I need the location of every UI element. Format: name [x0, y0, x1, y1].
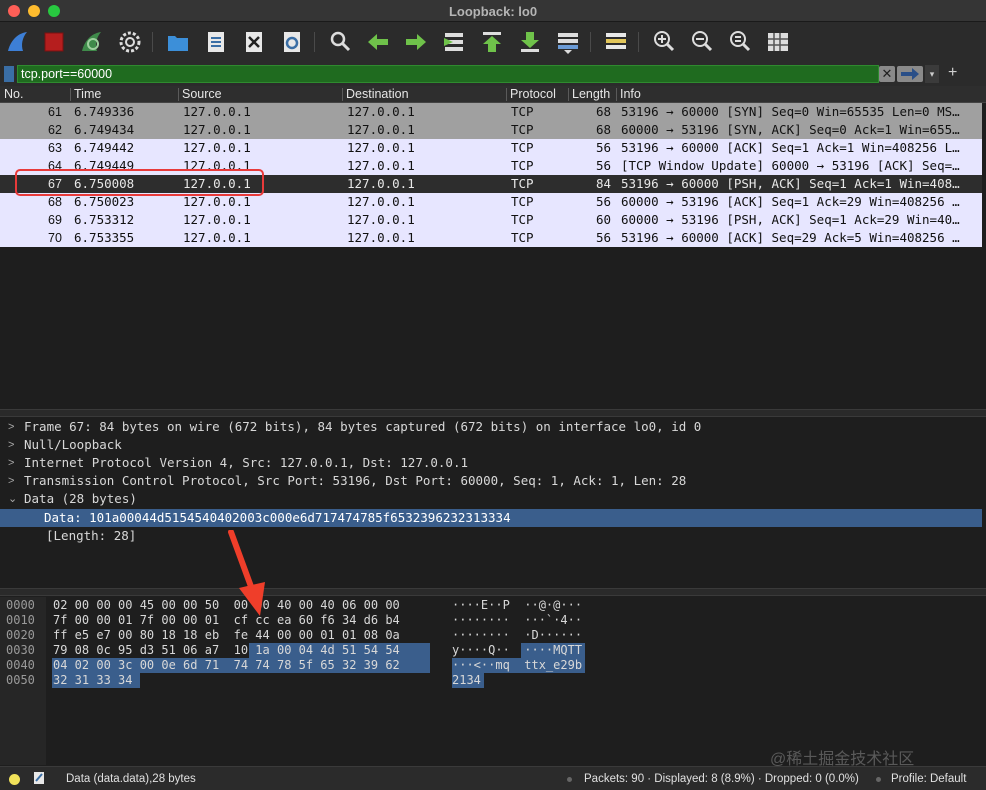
colorize-icon[interactable]	[602, 28, 630, 56]
title-bar: Loopback: lo0	[0, 0, 986, 22]
go-forward-icon[interactable]	[402, 28, 430, 56]
ascii-line[interactable]: ········ ···`·4··	[452, 613, 582, 627]
column-header-length[interactable]: Length	[572, 87, 614, 101]
annotation-highlight-box	[15, 169, 264, 196]
display-filter-input[interactable]: tcp.port==60000	[17, 65, 879, 83]
go-to-packet-icon[interactable]	[440, 28, 468, 56]
ascii-line[interactable]: ···<··mq ttx_e29b	[452, 658, 582, 672]
tree-item-data-value[interactable]: Data: 101a00044d5154540402003c000e6d7174…	[0, 509, 982, 527]
autoscroll-icon[interactable]	[554, 28, 582, 56]
zoom-out-icon[interactable]	[688, 28, 716, 56]
capture-comment-icon[interactable]	[33, 771, 45, 785]
packet-row[interactable]: 61 6.749336 127.0.0.1 127.0.0.1 TCP 68 53196 →…	[0, 103, 982, 121]
hex-line[interactable]: 04 02 00 3c 00 0e 6d 71 74 74 78 5f 65 3…	[53, 658, 400, 672]
zoom-in-icon[interactable]	[650, 28, 678, 56]
ascii-line[interactable]: ········ ·D······	[452, 628, 582, 642]
offset-column: 0000 0010 0020 0030 0040 0050	[0, 597, 46, 765]
shark-fin-start-icon[interactable]	[4, 28, 32, 56]
pane-splitter[interactable]	[0, 409, 986, 417]
go-last-icon[interactable]	[516, 28, 544, 56]
status-profile[interactable]: Profile: Default	[891, 773, 966, 785]
resize-columns-icon[interactable]	[764, 28, 792, 56]
hex-line[interactable]: ff e5 e7 00 80 18 18 eb fe 44 00 00 01 0…	[53, 628, 400, 642]
column-header-no[interactable]: No.	[4, 87, 23, 101]
open-file-icon[interactable]	[164, 28, 192, 56]
reload-file-icon[interactable]	[278, 28, 306, 56]
pane-splitter[interactable]	[0, 588, 986, 596]
column-header-destination[interactable]: Destination	[346, 87, 409, 101]
capture-options-icon[interactable]	[116, 28, 144, 56]
packet-list[interactable]: 61 6.749336 127.0.0.1 127.0.0.1 TCP 68 53196 →…	[0, 103, 986, 409]
column-header-protocol[interactable]: Protocol	[510, 87, 556, 101]
column-header-source[interactable]: Source	[182, 87, 222, 101]
annotation-arrow-icon	[228, 530, 265, 616]
close-file-icon[interactable]	[240, 28, 268, 56]
ascii-line[interactable]: 2134	[452, 673, 481, 687]
packet-row[interactable]: 63 6.749442 127.0.0.1 127.0.0.1 TCP 56 53196 →…	[0, 139, 982, 157]
window-title: Loopback: lo0	[448, 4, 538, 19]
packet-row[interactable]: 70 6.753355 127.0.0.1 127.0.0.1 TCP 56 53196 →…	[0, 229, 982, 247]
stop-capture-icon[interactable]	[40, 28, 68, 56]
packet-bytes-pane[interactable]: 0000 0010 0020 0030 0040 0050 02 00 00 0…	[0, 597, 986, 765]
packet-row[interactable]: 69 6.753312 127.0.0.1 127.0.0.1 TCP 60 60000 →…	[0, 211, 982, 229]
tree-item-null-loopback[interactable]: > Null/Loopback	[0, 436, 982, 454]
status-bar: Data (data.data),28 bytes Packets: 90 · …	[0, 766, 986, 790]
column-header-info[interactable]: Info	[620, 87, 641, 101]
status-packet-count: Packets: 90 · Displayed: 8 (8.9%) · Drop…	[584, 773, 859, 785]
save-file-icon[interactable]	[202, 28, 230, 56]
packet-list-header: No. Time Source Destination Protocol Len…	[0, 86, 986, 103]
ascii-line[interactable]: y····Q·· ····MQTT	[452, 643, 582, 657]
bookmark-icon[interactable]	[4, 66, 14, 82]
display-filter-bar: tcp.port==60000 ✕ ▾ +	[0, 62, 986, 86]
tree-item-tcp[interactable]: > Transmission Control Protocol, Src Port…	[0, 472, 982, 490]
tree-item-length[interactable]: [Length: 28]	[0, 527, 982, 545]
hex-line[interactable]: 32 31 33 34	[53, 673, 132, 687]
normal-size-icon[interactable]	[726, 28, 754, 56]
main-toolbar	[0, 22, 986, 62]
find-packet-icon[interactable]	[326, 28, 354, 56]
expert-info-icon[interactable]	[9, 774, 20, 785]
hex-line[interactable]: 79 08 0c 95 d3 51 06 a7 10 1a 00 04 4d 5…	[53, 643, 400, 657]
clear-filter-button[interactable]: ✕	[879, 66, 895, 82]
column-header-time[interactable]: Time	[74, 87, 101, 101]
restart-capture-icon[interactable]	[78, 28, 106, 56]
filter-history-dropdown[interactable]: ▾	[925, 65, 939, 83]
ascii-line[interactable]: ····E··P ··@·@···	[452, 598, 582, 612]
status-field-info: Data (data.data),28 bytes	[66, 773, 196, 785]
add-filter-button[interactable]: +	[948, 64, 957, 82]
tree-item-ipv4[interactable]: > Internet Protocol Version 4, Src: 127.0…	[0, 454, 982, 472]
apply-filter-button[interactable]	[897, 66, 923, 82]
go-back-icon[interactable]	[364, 28, 392, 56]
packet-details-tree[interactable]: > Frame 67: 84 bytes on wire (672 bits), …	[0, 418, 986, 588]
go-first-icon[interactable]	[478, 28, 506, 56]
packet-row[interactable]: 62 6.749434 127.0.0.1 127.0.0.1 TCP 68 60000 →…	[0, 121, 982, 139]
tree-item-frame[interactable]: > Frame 67: 84 bytes on wire (672 bits), …	[0, 418, 982, 436]
tree-item-data[interactable]: ⌄ Data (28 bytes)	[0, 490, 982, 508]
